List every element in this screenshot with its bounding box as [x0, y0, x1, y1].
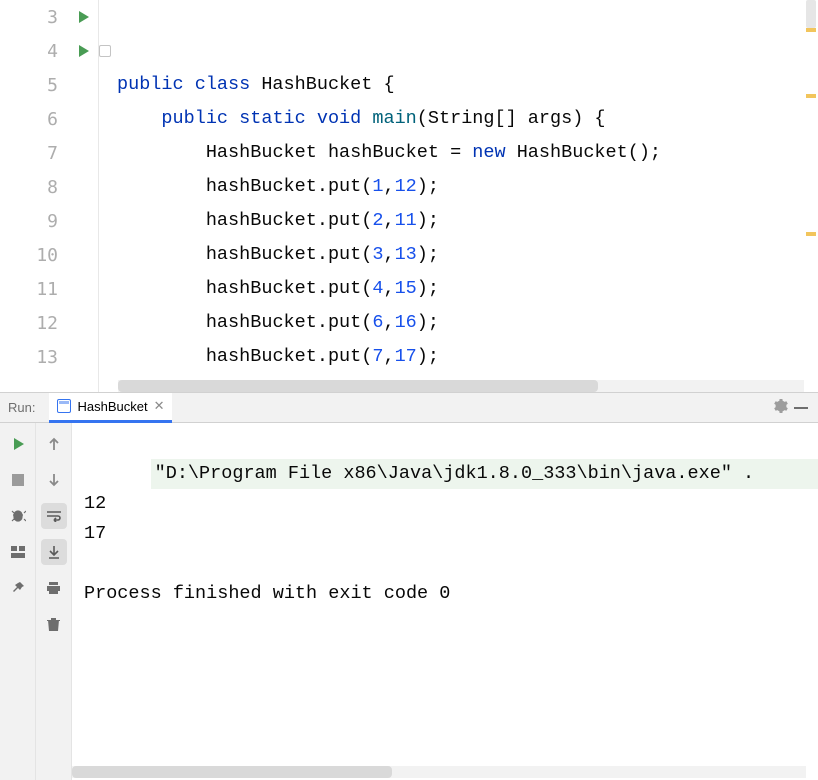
line-number: 4 [47, 41, 58, 62]
code-line[interactable]: hashBucket.put(7,17); [117, 340, 818, 374]
delete-button[interactable] [41, 611, 67, 637]
gutter-row[interactable]: 4 [0, 34, 98, 68]
code-line[interactable]: hashBucket.put(3,13); [117, 238, 818, 272]
run-header: Run: HashBucket ✕ [0, 393, 818, 423]
rerun-button[interactable] [5, 431, 31, 457]
scroll-to-end-button[interactable] [41, 539, 67, 565]
run-gutter-icon[interactable] [78, 10, 90, 24]
error-stripe[interactable] [804, 0, 818, 392]
code-line[interactable]: hashBucket.put(2,11); [117, 204, 818, 238]
output-line [84, 549, 818, 579]
gutter-row[interactable]: 6 [0, 102, 98, 136]
down-button[interactable] [41, 467, 67, 493]
up-button[interactable] [41, 431, 67, 457]
print-button[interactable] [41, 575, 67, 601]
line-number: 7 [47, 143, 58, 164]
soft-wrap-button[interactable] [41, 503, 67, 529]
pin-button[interactable] [5, 575, 31, 601]
run-toolbar-secondary [36, 423, 72, 780]
stop-button[interactable] [5, 467, 31, 493]
run-config-tab[interactable]: HashBucket ✕ [49, 393, 172, 423]
code-line[interactable]: hashBucket.put(6,16); [117, 306, 818, 340]
code-line[interactable]: HashBucket hashBucket = new HashBucket()… [117, 136, 818, 170]
close-icon[interactable]: ✕ [154, 398, 165, 414]
output-command-line: "D:\Program File x86\Java\jdk1.8.0_333\b… [151, 459, 818, 489]
gutter-row[interactable]: 3 [0, 0, 98, 34]
code-line[interactable]: public static void main(String[] args) { [117, 102, 818, 136]
gutter-row[interactable]: 5 [0, 68, 98, 102]
gutter-row[interactable]: 11 [0, 272, 98, 306]
line-number: 5 [47, 75, 58, 96]
run-tab-label: HashBucket [77, 399, 147, 414]
gutter-row[interactable]: 9 [0, 204, 98, 238]
gutter-row[interactable]: 7 [0, 136, 98, 170]
warning-stripe-mark[interactable] [806, 94, 816, 98]
app-icon [57, 399, 71, 413]
run-gutter-icon[interactable] [78, 44, 90, 58]
warning-stripe-mark[interactable] [806, 232, 816, 236]
code-editor[interactable]: 3 4 5 6 7 8 9 10 11 12 13 public class HashBucket … [0, 0, 818, 392]
output-line: Process finished with exit code 0 [84, 579, 818, 609]
output-line: 12 [84, 489, 818, 519]
code-lines[interactable]: public class HashBucket { public static … [99, 0, 818, 392]
gutter-row[interactable]: 10 [0, 238, 98, 272]
horizontal-scrollbar[interactable] [118, 380, 804, 392]
gutter-row[interactable]: 12 [0, 306, 98, 340]
code-line[interactable]: hashBucket.put(4,15); [117, 272, 818, 306]
layout-button[interactable] [5, 539, 31, 565]
line-number: 6 [47, 109, 58, 130]
output-horizontal-scrollbar[interactable] [72, 766, 806, 778]
debug-button[interactable] [5, 503, 31, 529]
run-output[interactable]: "D:\Program File x86\Java\jdk1.8.0_333\b… [72, 423, 818, 780]
output-line: 17 [84, 519, 818, 549]
run-toolbar-primary [0, 423, 36, 780]
warning-stripe-mark[interactable] [806, 28, 816, 32]
editor-gutter: 3 4 5 6 7 8 9 10 11 12 13 [0, 0, 99, 392]
line-number: 13 [36, 347, 58, 368]
run-body: "D:\Program File x86\Java\jdk1.8.0_333\b… [0, 423, 818, 780]
line-number: 9 [47, 211, 58, 232]
gutter-row[interactable]: 8 [0, 170, 98, 204]
minimize-icon[interactable] [794, 407, 808, 409]
line-number: 3 [47, 7, 58, 28]
gear-icon[interactable] [772, 398, 788, 417]
line-number: 11 [36, 279, 58, 300]
line-number: 10 [36, 245, 58, 266]
line-number: 12 [36, 313, 58, 334]
line-number: 8 [47, 177, 58, 198]
code-line[interactable]: hashBucket.put(1,12); [117, 170, 818, 204]
run-label: Run: [8, 400, 35, 415]
gutter-row[interactable]: 13 [0, 340, 98, 374]
scrollbar-thumb[interactable] [118, 380, 598, 392]
scrollbar-thumb[interactable] [72, 766, 392, 778]
scrollbar-thumb[interactable] [806, 0, 816, 28]
code-line[interactable]: public class HashBucket { [117, 68, 818, 102]
fold-handle[interactable] [99, 45, 111, 57]
run-panel: Run: HashBucket ✕ [0, 393, 818, 780]
